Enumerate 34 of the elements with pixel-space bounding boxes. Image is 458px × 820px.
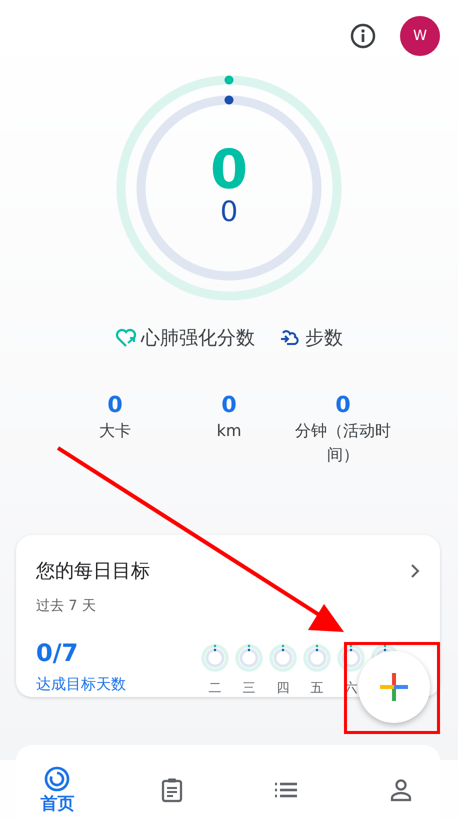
plus-icon (378, 671, 410, 703)
stat-unit: 大卡 (99, 420, 131, 442)
stat-unit: 分钟（活动时间） (294, 420, 392, 466)
day-ring (200, 643, 230, 673)
day-ring (336, 643, 366, 673)
goal-count: 0/7 (36, 638, 80, 666)
chevron-right-icon[interactable] (410, 563, 420, 580)
steps-value: 0 (220, 197, 238, 227)
day-ring (268, 643, 298, 673)
card-subtitle: 过去 7 天 (36, 596, 97, 616)
stat-value: 0 (107, 392, 123, 418)
day-ring (234, 643, 264, 673)
day-label: 四 (276, 681, 290, 696)
home-ring-icon (44, 766, 70, 792)
goal-count-label: 达成目标天数 (36, 674, 127, 694)
day-label: 三 (242, 681, 256, 696)
day-label: 二 (208, 681, 222, 696)
day-label: 五 (310, 681, 324, 696)
card-title: 您的每日目标 (36, 559, 150, 584)
heart-points-value: 0 (210, 143, 248, 197)
info-icon[interactable] (350, 23, 376, 49)
day-ring (302, 643, 332, 673)
user-avatar[interactable]: W (400, 16, 440, 56)
heart-icon (115, 328, 137, 348)
stat-value: 0 (221, 392, 237, 418)
stat-unit: km (216, 420, 242, 442)
footsteps-icon (279, 329, 301, 348)
legend-label: 心肺强化分数 (141, 326, 255, 351)
list-icon (274, 782, 298, 798)
stat-value: 0 (335, 392, 351, 418)
nav-tab[interactable]: 首页 (0, 760, 114, 820)
clipboard-icon (160, 777, 183, 803)
person-icon (390, 778, 412, 802)
legend-label: 步数 (305, 326, 343, 351)
